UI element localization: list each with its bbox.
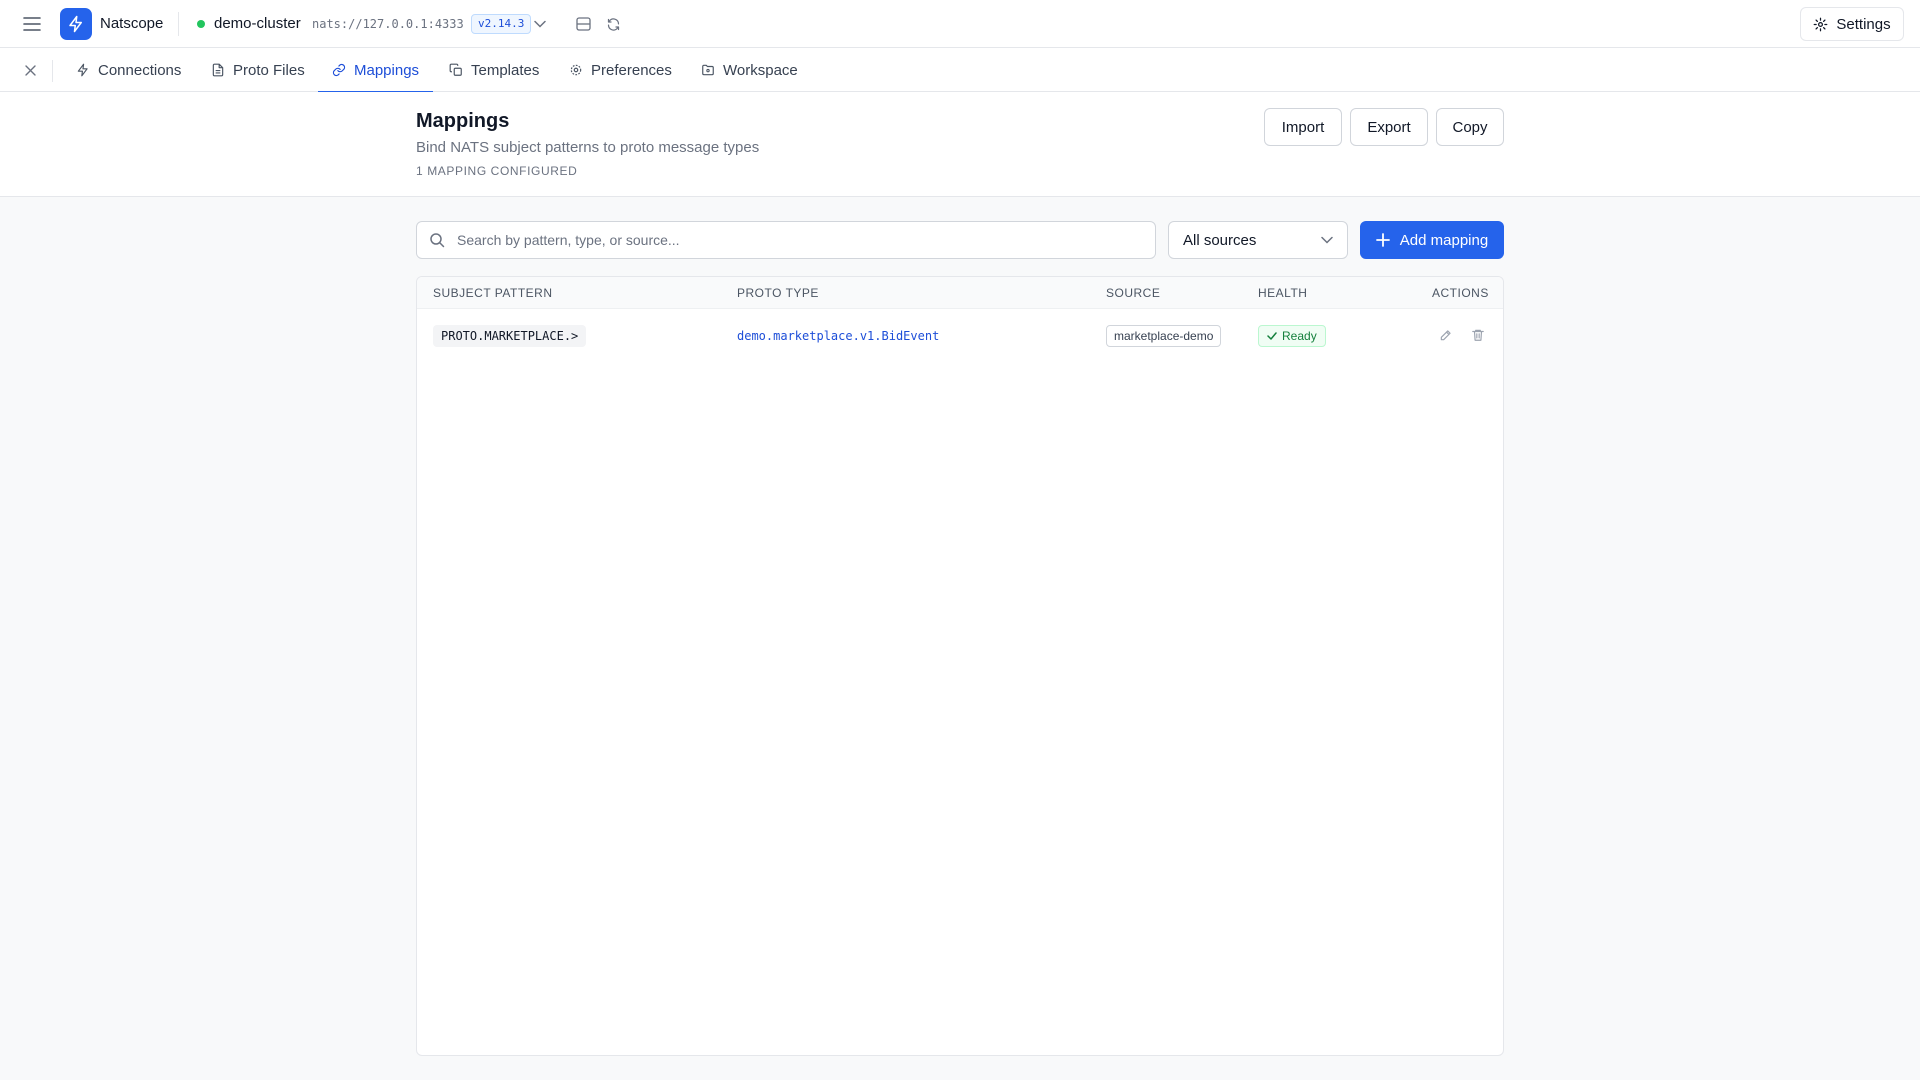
settings-button[interactable]: Settings [1800,7,1904,41]
file-icon [212,63,224,77]
cluster-name[interactable]: demo-cluster [214,15,301,32]
chevron-down-icon[interactable] [530,14,550,34]
tab-preferences[interactable]: Preferences [567,48,674,92]
import-button[interactable]: Import [1264,108,1342,146]
page-header: Mappings Bind NATS subject patterns to p… [0,92,1920,197]
cluster-url: nats://127.0.0.1:4333 [312,17,464,31]
copy-button[interactable]: Copy [1436,108,1504,146]
tab-label: Connections [98,61,182,79]
source-badge: marketplace-demo [1106,325,1222,347]
refresh-icon[interactable] [603,14,623,34]
page-title: Mappings [416,110,510,132]
search-input[interactable] [457,222,1147,258]
bolt-icon [77,63,88,77]
gear-icon [570,64,582,76]
tab-bar: Connections Proto Files Mappings Templat… [0,48,1920,93]
version-badge: v2.14.3 [471,14,532,34]
gear-icon [1814,17,1828,31]
tab-proto-files[interactable]: Proto Files [209,48,307,92]
column-header: SOURCE [1106,286,1161,300]
chevron-down-icon [1321,236,1333,244]
column-header: SUBJECT PATTERN [433,286,553,300]
layout-icon[interactable] [573,14,593,34]
add-mapping-button[interactable]: Add mapping [1360,221,1504,259]
edit-icon[interactable] [1435,324,1457,346]
tab-label: Templates [471,61,540,79]
tab-label: Preferences [591,61,672,79]
subject-pattern: PROTO.MARKETPLACE.> [433,325,587,347]
tab-templates[interactable]: Templates [447,48,541,92]
folder-icon [702,64,714,76]
tab-workspace[interactable]: Workspace [699,48,800,92]
check-icon [1267,332,1277,340]
table-header: SUBJECT PATTERN PROTO TYPE SOURCE HEALTH… [417,277,1503,309]
page-subtitle: Bind NATS subject patterns to proto mess… [416,139,760,156]
tab-connections[interactable]: Connections [74,48,183,92]
export-button[interactable]: Export [1350,108,1428,146]
health-badge: Ready [1258,325,1326,347]
plus-icon [1375,233,1390,247]
health-label: Ready [1282,329,1317,343]
table-row: PROTO.MARKETPLACE.> demo.marketplace.v1.… [417,309,1503,363]
column-header: HEALTH [1258,286,1308,300]
app-name: Natscope [100,15,164,32]
link-icon [332,63,346,77]
hamburger-menu-icon[interactable] [20,12,44,36]
proto-type-link[interactable]: demo.marketplace.v1.BidEvent [737,329,939,343]
app-logo [60,8,92,40]
source-filter-value: All sources [1183,231,1257,249]
mapping-count: 1 MAPPING CONFIGURED [416,164,578,178]
source-filter-select[interactable]: All sources [1168,221,1348,259]
search-icon [429,232,445,248]
copy-icon [449,63,462,76]
settings-label: Settings [1836,15,1891,33]
tab-label: Workspace [723,61,798,79]
tab-mappings[interactable]: Mappings [317,48,434,93]
divider [52,60,53,82]
divider [178,12,179,36]
tab-label: Mappings [354,61,420,79]
mappings-table: SUBJECT PATTERN PROTO TYPE SOURCE HEALTH… [416,276,1504,1056]
column-header: PROTO TYPE [737,286,819,300]
add-mapping-label: Add mapping [1399,231,1489,249]
tab-label: Proto Files [233,61,305,79]
connection-status-dot [197,20,205,28]
top-bar: Natscope demo-cluster nats://127.0.0.1:4… [0,0,1920,48]
trash-icon[interactable] [1467,324,1489,346]
close-icon[interactable] [20,60,40,80]
bolt-icon [69,15,82,33]
search-box [416,221,1156,259]
column-header: ACTIONS [1432,286,1489,300]
